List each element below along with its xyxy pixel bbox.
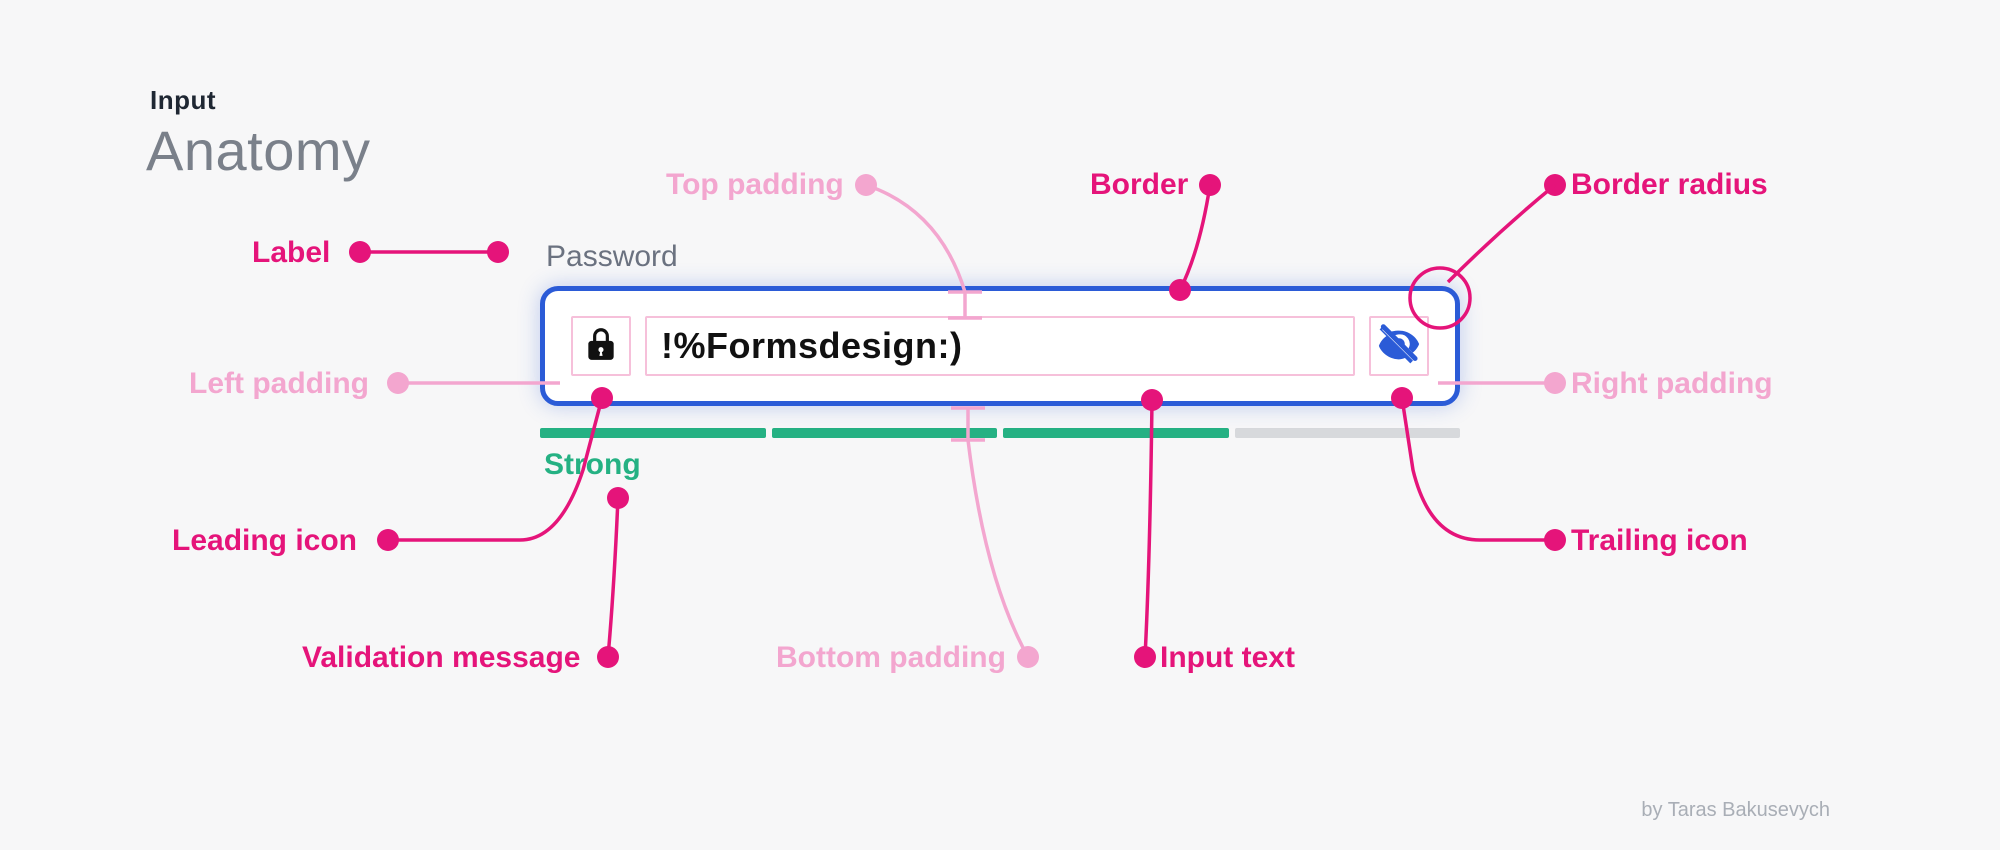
callout-border-radius: Border radius [1571, 168, 1768, 202]
callout-label: Label [252, 236, 330, 270]
validation-message: Strong [544, 448, 1460, 482]
leading-icon-slot [571, 316, 631, 376]
strength-seg [540, 428, 766, 438]
input-component: Password !%Formsdesign:) [540, 240, 1460, 482]
trailing-icon-slot[interactable] [1369, 316, 1429, 376]
diagram-stage: Input Anatomy Label Left padding Leading… [0, 0, 2000, 850]
section-eyebrow: Input [150, 85, 216, 116]
input-label: Password [546, 240, 1460, 274]
callout-validation-message: Validation message [302, 641, 580, 675]
callout-leading-icon: Leading icon [172, 524, 357, 558]
input-value: !%Formsdesign:) [661, 325, 963, 367]
callout-top-padding: Top padding [666, 168, 844, 202]
callout-input-text: Input text [1160, 641, 1295, 675]
eye-off-icon [1376, 321, 1422, 372]
callout-border: Border [1090, 168, 1188, 202]
credit-line: by Taras Bakusevych [1641, 799, 1830, 822]
callout-trailing-icon: Trailing icon [1571, 524, 1748, 558]
strength-seg [772, 428, 998, 438]
input-container[interactable]: !%Formsdesign:) [540, 286, 1460, 406]
strength-seg [1003, 428, 1229, 438]
callout-left-padding: Left padding [189, 367, 369, 401]
lock-icon [582, 323, 620, 370]
callout-right-padding: Right padding [1571, 367, 1773, 401]
strength-seg [1235, 428, 1461, 438]
input-text-slot[interactable]: !%Formsdesign:) [645, 316, 1355, 376]
callout-bottom-padding: Bottom padding [776, 641, 1006, 675]
strength-meter [540, 428, 1460, 438]
section-title: Anatomy [146, 118, 371, 183]
